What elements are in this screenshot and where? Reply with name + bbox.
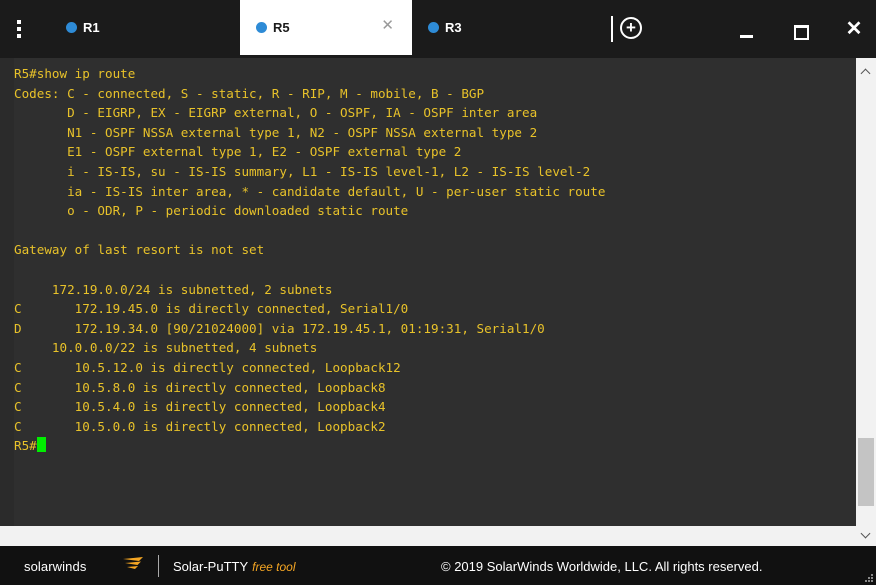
tab-r5[interactable]: R5 ✕ — [240, 0, 412, 55]
minimize-icon[interactable] — [734, 14, 760, 44]
solarwinds-logo-icon — [123, 557, 143, 569]
terminal-line: D - EIGRP, EX - EIGRP external, O - OSPF… — [14, 105, 538, 121]
maximize-icon[interactable] — [787, 14, 813, 44]
tab-label: R5 — [273, 20, 290, 35]
tab-label: R1 — [83, 20, 100, 35]
terminal-line: R5#show ip route — [14, 66, 136, 81]
terminal-line: o - ODR, P - periodic downloaded static … — [14, 203, 409, 219]
terminal-line: N1 - OSPF NSSA external type 1, N2 - OSP… — [14, 124, 538, 140]
session-status-dot — [66, 22, 77, 33]
product-label: Solar-PuTTY — [173, 559, 249, 574]
terminal-line: ia - IS-IS inter area, * - candidate def… — [14, 183, 606, 199]
terminal-prompt-line[interactable]: R5# — [14, 436, 856, 456]
copyright-text: © 2019 SolarWinds Worldwide, LLC. All ri… — [441, 559, 763, 574]
product-name: Solar-PuTTY free tool — [173, 559, 296, 574]
terminal-line: Codes: C - connected, S - static, R - RI… — [14, 85, 485, 101]
terminal-bottom-margin — [0, 526, 856, 546]
footer-bar: solarwinds Solar-PuTTY free tool © 2019 S… — [0, 546, 876, 585]
tab-r3[interactable]: R3 — [428, 0, 598, 55]
terminal-line: E1 - OSPF external type 1, E2 - OSPF ext… — [14, 144, 462, 160]
footer-divider — [158, 555, 159, 577]
tab-separator — [611, 16, 613, 42]
close-window-icon[interactable]: ✕ — [841, 14, 867, 44]
tab-bar: R1 R5 ✕ R3 + ✕ — [0, 0, 876, 58]
free-tool-label: free tool — [252, 560, 296, 574]
terminal-line: C 10.5.12.0 is directly connected, Loopb… — [14, 359, 401, 375]
terminal-output[interactable]: R5#show ip route Codes: C - connected, S … — [14, 58, 856, 526]
terminal-prompt: R5# — [14, 438, 37, 454]
scroll-up-icon[interactable] — [856, 64, 876, 80]
terminal-line: D 172.19.34.0 [90/21024000] via 172.19.4… — [14, 320, 545, 336]
brand-name: solarwinds — [24, 559, 87, 574]
tab-label: R3 — [445, 20, 462, 35]
terminal-line: i - IS-IS, su - IS-IS summary, L1 - IS-I… — [14, 163, 591, 179]
terminal-line: 172.19.0.0/24 is subnetted, 2 subnets — [14, 281, 333, 297]
terminal-line: C 10.5.8.0 is directly connected, Loopba… — [14, 379, 386, 395]
close-icon[interactable]: ✕ — [381, 16, 394, 34]
terminal-line: C 10.5.0.0 is directly connected, Loopba… — [14, 418, 386, 434]
tab-r1[interactable]: R1 — [66, 0, 240, 55]
terminal-line: C 172.19.45.0 is directly connected, Ser… — [14, 301, 409, 317]
session-status-dot — [256, 22, 267, 33]
terminal-line: Gateway of last resort is not set — [14, 242, 265, 258]
session-status-dot — [428, 22, 439, 33]
window-frame — [0, 58, 14, 526]
scroll-thumb[interactable] — [858, 438, 874, 506]
terminal-line: C 10.5.4.0 is directly connected, Loopba… — [14, 399, 386, 415]
kebab-menu-icon[interactable] — [8, 12, 30, 46]
vertical-scrollbar[interactable] — [856, 58, 876, 546]
terminal-cursor — [36, 437, 46, 453]
scroll-down-icon[interactable] — [856, 528, 876, 544]
resize-grip-icon[interactable] — [865, 574, 873, 582]
terminal-line: 10.0.0.0/22 is subnetted, 4 subnets — [14, 340, 318, 356]
plus-circle-icon[interactable]: + — [620, 17, 642, 39]
